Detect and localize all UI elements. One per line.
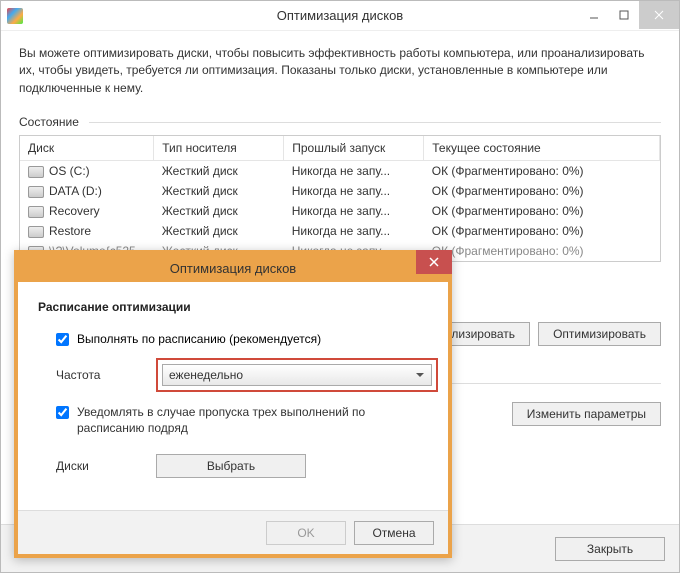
notify-checkbox[interactable] [56, 406, 69, 419]
main-titlebar: Оптимизация дисков [1, 1, 679, 31]
run-scheduled-label: Выполнять по расписанию (рекомендуется) [77, 332, 321, 346]
close-button[interactable] [639, 1, 679, 29]
dialog-close-button[interactable] [416, 250, 452, 274]
window-title: Оптимизация дисков [1, 8, 679, 23]
cell-media: Жесткий диск [154, 181, 284, 201]
cell-current: ОК (Фрагментировано: 0%) [424, 221, 660, 241]
run-scheduled-checkbox[interactable] [56, 333, 69, 346]
frequency-label: Частота [56, 368, 156, 382]
cell-lastrun: Никогда не запу... [284, 161, 424, 182]
col-lastrun[interactable]: Прошлый запуск [284, 136, 424, 161]
disks-row: Диски Выбрать [56, 454, 428, 478]
dialog-title: Оптимизация дисков [18, 261, 448, 276]
table-row[interactable]: Recovery Жесткий диск Никогда не запу...… [20, 201, 660, 221]
cell-lastrun: Никогда не запу... [284, 181, 424, 201]
cell-disk: OS (C:) [49, 164, 90, 178]
table-row[interactable]: DATA (D:) Жесткий диск Никогда не запу..… [20, 181, 660, 201]
cell-current: ОК (Фрагментировано: 0%) [424, 161, 660, 182]
table-row[interactable]: Restore Жесткий диск Никогда не запу... … [20, 221, 660, 241]
app-icon [7, 8, 23, 24]
ok-button[interactable]: OK [266, 521, 346, 545]
choose-disks-button[interactable]: Выбрать [156, 454, 306, 478]
status-label: Состояние [19, 115, 661, 129]
cell-disk: DATA (D:) [49, 184, 102, 198]
frequency-row: Частота еженедельно [56, 358, 428, 392]
disk-icon [28, 206, 44, 218]
dialog-heading: Расписание оптимизации [38, 300, 428, 314]
disk-icon [28, 166, 44, 178]
description-text: Вы можете оптимизировать диски, чтобы по… [19, 45, 661, 97]
cell-current: ОК (Фрагментировано: 0%) [424, 201, 660, 221]
notify-label: Уведомлять в случае пропуска трех выполн… [77, 404, 428, 436]
dialog-titlebar: Оптимизация дисков [18, 254, 448, 282]
col-current[interactable]: Текущее состояние [424, 136, 660, 161]
cell-lastrun: Никогда не запу... [284, 221, 424, 241]
disks-table: Диск Тип носителя Прошлый запуск Текущее… [19, 135, 661, 262]
window-controls [579, 1, 679, 29]
table-header-row: Диск Тип носителя Прошлый запуск Текущее… [20, 136, 660, 161]
disks-label: Диски [56, 459, 156, 473]
notify-row: Уведомлять в случае пропуска трех выполн… [56, 404, 428, 436]
disk-icon [28, 186, 44, 198]
cell-lastrun: Никогда не запу... [284, 201, 424, 221]
change-parameters-button[interactable]: Изменить параметры [512, 402, 661, 426]
run-scheduled-row: Выполнять по расписанию (рекомендуется) [56, 332, 428, 346]
dialog-bottom-bar: OK Отмена [18, 510, 448, 554]
optimize-button[interactable]: Оптимизировать [538, 322, 661, 346]
disk-icon [28, 226, 44, 238]
schedule-dialog: Оптимизация дисков Расписание оптимизаци… [14, 250, 452, 558]
cell-media: Жесткий диск [154, 221, 284, 241]
col-media[interactable]: Тип носителя [154, 136, 284, 161]
cancel-button[interactable]: Отмена [354, 521, 434, 545]
col-disk[interactable]: Диск [20, 136, 154, 161]
cell-disk: Recovery [49, 204, 100, 218]
cell-current: ОК (Фрагментировано: 0%) [424, 181, 660, 201]
dialog-body: Расписание оптимизации Выполнять по расп… [18, 282, 448, 500]
table-row[interactable]: OS (C:) Жесткий диск Никогда не запу... … [20, 161, 660, 182]
close-window-button[interactable]: Закрыть [555, 537, 665, 561]
frequency-select[interactable]: еженедельно [162, 364, 432, 386]
cell-current: ОК (Фрагментировано: 0%) [424, 241, 660, 261]
frequency-highlight: еженедельно [156, 358, 438, 392]
minimize-button[interactable] [579, 1, 609, 29]
cell-disk: Restore [49, 224, 91, 238]
cell-media: Жесткий диск [154, 161, 284, 182]
maximize-button[interactable] [609, 1, 639, 29]
cell-media: Жесткий диск [154, 201, 284, 221]
